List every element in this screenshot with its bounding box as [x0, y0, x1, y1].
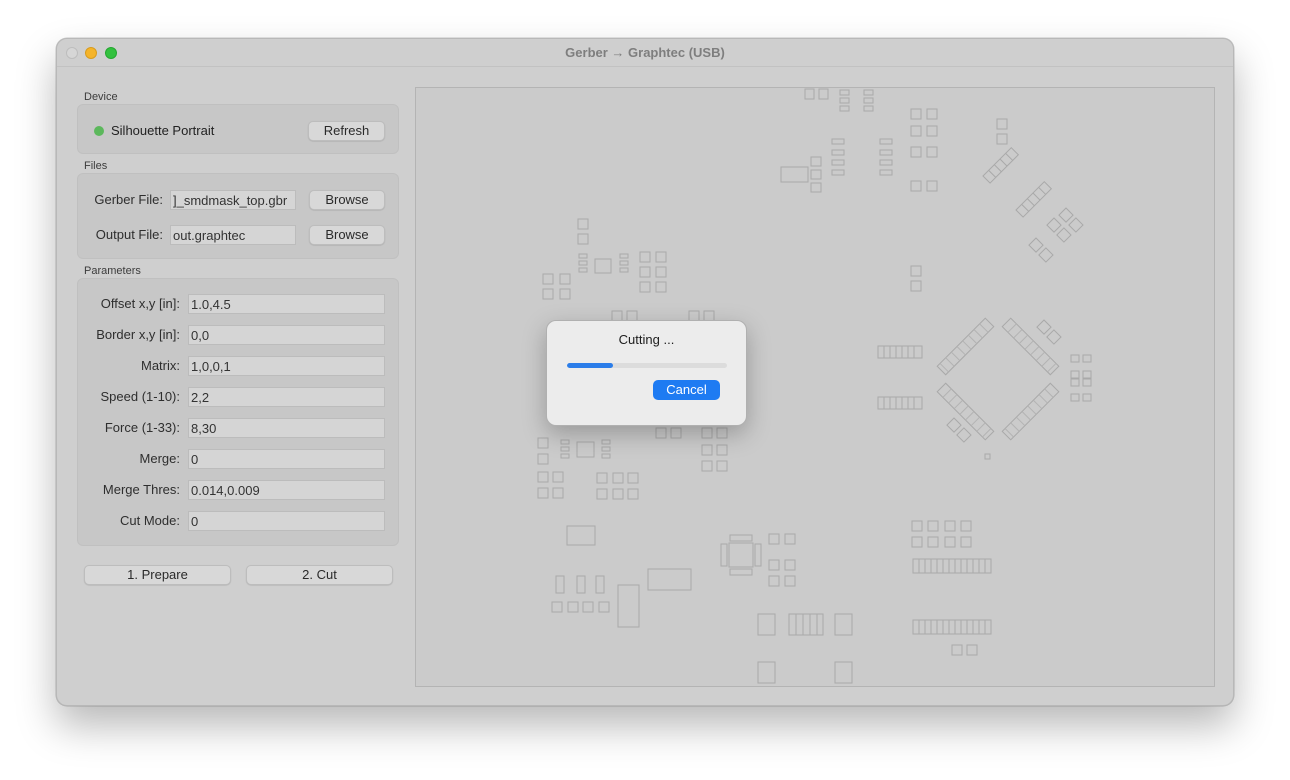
cut-mode-input[interactable]: 0 [188, 511, 385, 531]
border-label: Border x,y [in]: [96, 327, 180, 342]
force-input[interactable]: 8,30 [188, 418, 385, 438]
parameters-section-label: Parameters [84, 265, 141, 277]
output-file-label: Output File: [95, 227, 163, 242]
cancel-button[interactable]: Cancel [653, 380, 720, 400]
cut-progress-fill [567, 363, 614, 368]
merge-thres-label: Merge Thres: [102, 482, 180, 497]
gerber-file-label: Gerber File: [94, 192, 163, 207]
cut-progress-bar [567, 363, 727, 368]
speed-input[interactable]: 2,2 [188, 387, 385, 407]
window-title: Gerber → Graphtec (USB) [565, 45, 725, 60]
merge-label: Merge: [139, 451, 180, 466]
merge-thres-input[interactable]: 0.014,0.009 [188, 480, 385, 500]
pcb-footprint-drawing [537, 88, 1092, 684]
border-input[interactable]: 0,0 [188, 325, 385, 345]
device-section-label: Device [84, 91, 118, 103]
pcb-preview-canvas [415, 87, 1215, 687]
dialog-title: Cutting ... [618, 332, 675, 347]
device-group: Silhouette Portrait Refresh [77, 104, 399, 154]
gerber-file-input[interactable]: ]_smdmask_top.gbr [170, 190, 296, 210]
cutting-progress-dialog: Cutting ... Cancel [546, 320, 747, 426]
output-file-input[interactable]: out.graphtec [170, 225, 296, 245]
parameters-group: Offset x,y [in]: 1.0,4.5 Border x,y [in]… [77, 278, 399, 546]
device-status-indicator [94, 126, 104, 136]
merge-input[interactable]: 0 [188, 449, 385, 469]
cut-mode-label: Cut Mode: [120, 513, 180, 528]
files-section-label: Files [84, 160, 108, 172]
matrix-input[interactable]: 1,0,0,1 [188, 356, 385, 376]
offset-input[interactable]: 1.0,4.5 [188, 294, 385, 314]
cut-button[interactable]: 2. Cut [246, 565, 393, 585]
title-bar[interactable]: Gerber → Graphtec (USB) [57, 39, 1233, 67]
offset-label: Offset x,y [in]: [100, 296, 180, 311]
main-window: Gerber → Graphtec (USB) Device Silhouett… [56, 38, 1234, 706]
force-label: Force (1-33): [104, 420, 180, 435]
matrix-label: Matrix: [141, 358, 180, 373]
prepare-button[interactable]: 1. Prepare [84, 565, 231, 585]
files-group: Gerber File: ]_smdmask_top.gbr Browse Ou… [77, 173, 399, 259]
refresh-button[interactable]: Refresh [308, 121, 385, 141]
output-browse-button[interactable]: Browse [309, 225, 385, 245]
device-name: Silhouette Portrait [111, 123, 215, 138]
gerber-browse-button[interactable]: Browse [309, 190, 385, 210]
speed-label: Speed (1-10): [100, 389, 181, 404]
